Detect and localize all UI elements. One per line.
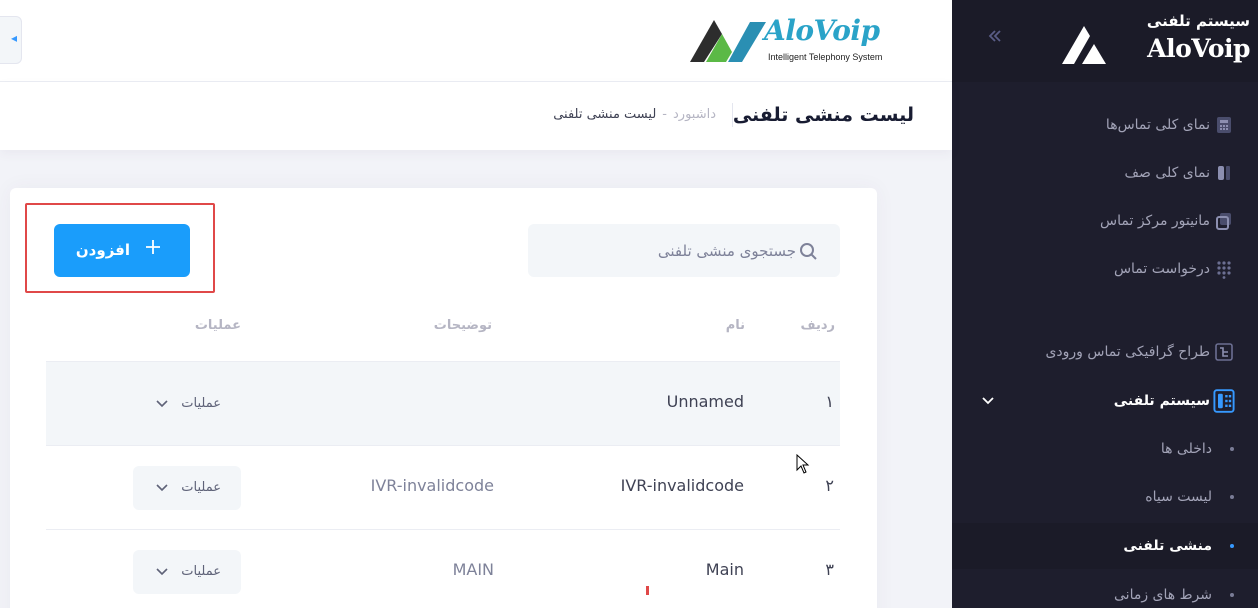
sidebar-item-call-center-monitor[interactable]: مانیتور مرکز تماس — [952, 199, 1258, 243]
alovoip-mark-icon — [690, 20, 766, 62]
row-description: IVR-invalidcode — [370, 476, 494, 495]
search-icon — [800, 243, 817, 260]
sidebar-subitem-label: لیست سیاه — [1145, 489, 1212, 505]
sidebar-item-call-request[interactable]: درخواست تماس — [952, 247, 1258, 291]
add-button[interactable]: افزودن — [54, 224, 190, 277]
telephone-icon — [1213, 389, 1235, 413]
sidebar-item-label: طراح گرافیکی تماس ورودی — [1045, 344, 1210, 360]
sidebar-item-label: درخواست تماس — [1113, 261, 1210, 277]
chevron-down-icon — [156, 568, 168, 576]
breadcrumb-current: لیست منشی تلفنی — [553, 107, 657, 122]
column-header-index: ردیف — [800, 318, 835, 333]
queue-icon — [1218, 166, 1230, 180]
row-index: ۳ — [825, 560, 834, 579]
row-index: ۲ — [825, 476, 834, 495]
row-name: IVR-invalidcode — [620, 476, 744, 495]
ivr-list-card: افزودن ردیف نام توضیحات عملیات ۱ Unnamed… — [10, 188, 877, 608]
column-header-name: نام — [725, 318, 745, 333]
plus-icon — [144, 238, 162, 262]
sidebar-logo-text: AloVoip — [1147, 34, 1250, 63]
bullet-dot — [1230, 544, 1234, 548]
sidebar-item-label: سیستم تلفنی — [1113, 393, 1210, 409]
sidebar-item-label: نمای کلی صف — [1124, 165, 1210, 181]
dialpad-icon — [1217, 261, 1231, 279]
sidebar-item-telephony-system[interactable]: سیستم تلفنی — [952, 379, 1258, 423]
sidebar-item-label: مانیتور مرکز تماس — [1100, 213, 1210, 229]
title-divider — [732, 103, 733, 127]
sidebar-header: سیستم تلفنی AloVoip — [952, 0, 1258, 82]
bullet-dot — [1230, 495, 1234, 499]
breadcrumb: داشبورد-لیست منشی تلفنی — [553, 82, 716, 148]
sidebar-item-inbound-flow-designer[interactable]: طراح گرافیکی تماس ورودی — [952, 330, 1258, 374]
operations-label: عملیات — [181, 480, 221, 495]
row-name: Unnamed — [666, 392, 744, 411]
header-logo[interactable]: AloVoip Intelligent Telephony System — [688, 14, 918, 70]
sidebar-subitem-extensions[interactable]: داخلی ها — [952, 426, 1258, 472]
bullet-dot — [1230, 593, 1234, 597]
sidebar-subitem-label: منشی تلفنی — [1123, 538, 1212, 554]
operations-label: عملیات — [181, 564, 221, 579]
column-header-operations: عملیات — [194, 318, 241, 333]
header-logo-text: AloVoip — [764, 14, 880, 47]
sidebar-subitem-label: داخلی ها — [1160, 441, 1212, 457]
row-name: Main — [705, 560, 744, 579]
sidebar-item-label: نمای کلی تماس‌ها — [1105, 117, 1210, 133]
monitor-icon — [1216, 213, 1231, 230]
double-chevron-left-icon — [988, 30, 1001, 42]
sidebar-logo[interactable]: سیستم تلفنی AloVoip — [1060, 12, 1250, 70]
sidebar-item-queue-overview[interactable]: نمای کلی صف — [952, 151, 1258, 195]
top-header: ◂ AloVoip Intelligent Telephony System — [0, 0, 952, 82]
operations-dropdown[interactable]: عملیات — [133, 382, 241, 426]
flow-designer-icon — [1215, 343, 1233, 361]
alovoip-mark-icon — [1062, 26, 1106, 64]
sidebar-logo-caption: سیستم تلفنی — [1146, 12, 1250, 30]
add-button-label: افزودن — [75, 241, 130, 259]
user-menu-button[interactable]: ◂ — [0, 16, 22, 64]
header-logo-tagline: Intelligent Telephony System — [768, 52, 883, 62]
page-title: لیست منشی تلفنی — [732, 104, 914, 126]
search-box[interactable] — [528, 224, 840, 277]
chevron-down-icon — [982, 397, 994, 405]
operations-dropdown[interactable]: عملیات — [133, 550, 241, 594]
table-row[interactable]: ۱ Unnamed عملیات — [46, 361, 840, 445]
sidebar-item-call-overview[interactable]: نمای کلی تماس‌ها — [952, 103, 1258, 147]
red-marker — [646, 586, 649, 595]
sidebar-subitem-label: شرط های زمانی — [1114, 587, 1212, 603]
sidebar-toggle-button[interactable] — [982, 26, 1008, 52]
search-input[interactable] — [540, 224, 796, 277]
mouse-cursor-icon — [796, 454, 810, 474]
row-index: ۱ — [825, 392, 834, 411]
breadcrumb-separator: - — [662, 107, 667, 122]
bullet-dot — [1230, 447, 1234, 451]
operations-dropdown[interactable]: عملیات — [133, 466, 241, 510]
operations-label: عملیات — [181, 396, 221, 411]
user-icon: ◂ — [10, 31, 17, 45]
call-overview-icon — [1217, 117, 1231, 133]
table-row[interactable]: ۳ Main MAIN عملیات — [46, 529, 840, 608]
column-header-description: توضیحات — [433, 318, 492, 333]
breadcrumb-dashboard[interactable]: داشبورد — [673, 107, 716, 122]
sidebar: سیستم تلفنی AloVoip نمای کلی تماس‌ها نما… — [952, 0, 1258, 608]
sidebar-subitem-blacklist[interactable]: لیست سیاه — [952, 474, 1258, 520]
row-description: MAIN — [452, 560, 494, 579]
subheader: لیست منشی تلفنی داشبورد-لیست منشی تلفنی — [0, 82, 952, 150]
sidebar-subitem-ivr[interactable]: منشی تلفنی — [952, 523, 1258, 569]
table-row[interactable]: ۲ IVR-invalidcode IVR-invalidcode عملیات — [46, 445, 840, 529]
chevron-down-icon — [156, 400, 168, 408]
chevron-down-icon — [156, 484, 168, 492]
sidebar-subitem-time-conditions[interactable]: شرط های زمانی — [952, 572, 1258, 608]
